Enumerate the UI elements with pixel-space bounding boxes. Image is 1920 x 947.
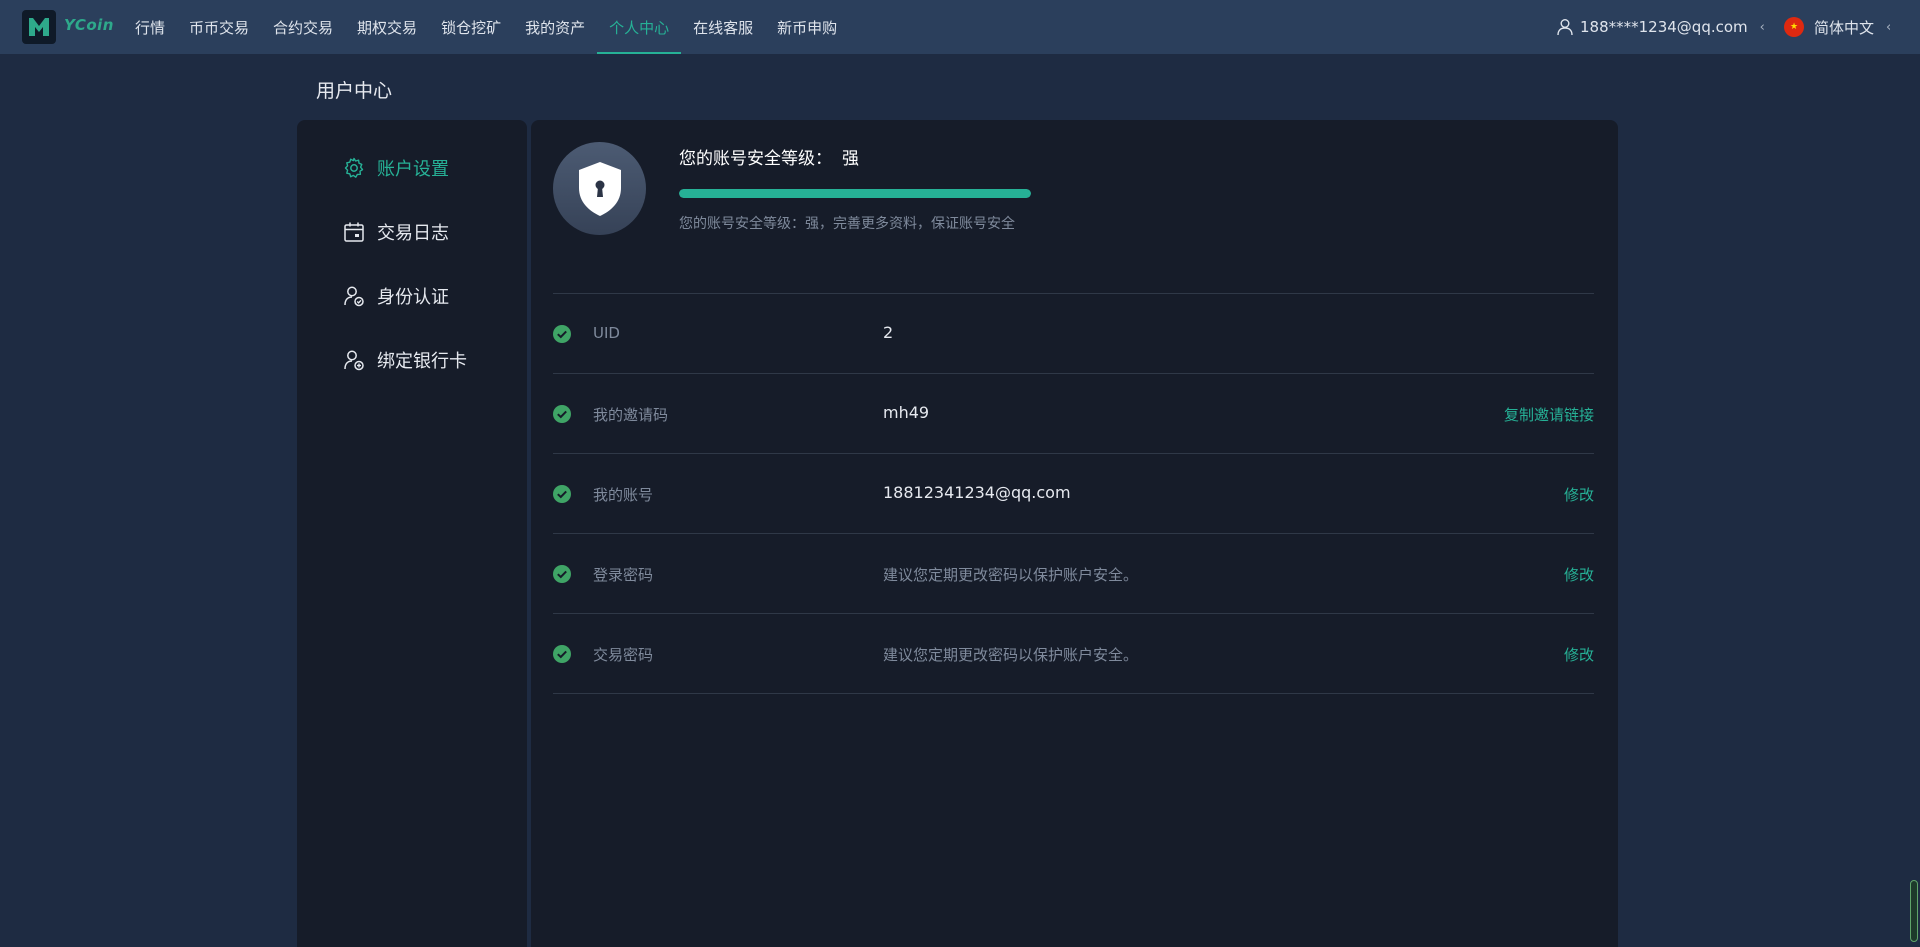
top-nav-bar: YCoin 行情 币币交易 合约交易 期权交易 锁仓挖矿 我的资产 个人中心 在… [0, 0, 1920, 54]
sidebar: 账户设置 交易日志 身份认证 绑定银行卡 [297, 120, 527, 947]
sidebar-item-label: 绑定银行卡 [377, 351, 467, 372]
user-email: 188****1234@qq.com [1580, 18, 1748, 36]
gear-icon [344, 157, 364, 178]
row-label: 交易密码 [593, 646, 654, 664]
row-value: 建议您定期更改密码以保护账户安全。 [883, 566, 1139, 584]
info-row-invite-code: 我的邀请码 mh49 复制邀请链接 [553, 374, 1594, 454]
row-label: 登录密码 [593, 566, 654, 584]
sidebar-item-identity-verification[interactable]: 身份认证 [297, 264, 527, 328]
chevron-left-icon: ‹ [1759, 19, 1765, 35]
row-label: 我的邀请码 [593, 406, 669, 424]
main-nav: 行情 币币交易 合约交易 期权交易 锁仓挖矿 我的资产 个人中心 在线客服 新币… [123, 0, 849, 54]
sidebar-item-bind-bank-card[interactable]: 绑定银行卡 [297, 328, 527, 392]
edit-login-password-button[interactable]: 修改 [1564, 564, 1594, 585]
shield-lock-icon [578, 161, 621, 216]
nav-item-options-trading[interactable]: 期权交易 [345, 0, 429, 54]
page-title: 用户中心 [316, 80, 393, 102]
row-value: 18812341234@qq.com [883, 483, 1071, 502]
security-badge [553, 142, 646, 235]
calendar-icon [344, 222, 364, 242]
security-level-description: 您的账号安全等级：强，完善更多资料，保证账号安全 [679, 216, 1015, 232]
security-level-value: 强 [842, 149, 859, 169]
nav-item-staking-mining[interactable]: 锁仓挖矿 [429, 0, 513, 54]
security-progress-bar [679, 189, 1031, 198]
check-circle-icon [553, 565, 571, 583]
nav-item-my-assets[interactable]: 我的资产 [513, 0, 597, 54]
user-card-icon [344, 350, 364, 371]
security-progress-fill [679, 189, 1031, 198]
sidebar-item-account-settings[interactable]: 账户设置 [297, 136, 527, 200]
check-circle-icon [553, 485, 571, 503]
sidebar-item-label: 身份认证 [377, 287, 449, 308]
security-level-heading: 您的账号安全等级： 强 [679, 144, 859, 169]
info-row-uid: UID 2 [553, 294, 1594, 374]
security-level-title: 您的账号安全等级： [679, 149, 832, 169]
china-flag-icon: ★ [1784, 17, 1804, 37]
check-circle-icon [553, 645, 571, 663]
info-row-login-password: 登录密码 建议您定期更改密码以保护账户安全。 修改 [553, 534, 1594, 614]
row-value: 建议您定期更改密码以保护账户安全。 [883, 646, 1139, 664]
ycoin-logo[interactable] [22, 10, 56, 44]
sidebar-item-label: 账户设置 [377, 159, 449, 180]
row-label: 我的账号 [593, 486, 654, 504]
row-label: UID [593, 324, 620, 342]
nav-item-market[interactable]: 行情 [123, 0, 177, 54]
row-value: mh49 [883, 403, 930, 422]
nav-item-spot-trading[interactable]: 币币交易 [177, 0, 261, 54]
check-circle-icon [553, 405, 571, 423]
info-row-trade-password: 交易密码 建议您定期更改密码以保护账户安全。 修改 [553, 614, 1594, 694]
account-info-list: UID 2 我的邀请码 mh49 复制邀请链接 我的账号 18812341234… [553, 294, 1594, 694]
edit-trade-password-button[interactable]: 修改 [1564, 644, 1594, 665]
sidebar-item-trade-log[interactable]: 交易日志 [297, 200, 527, 264]
nav-item-contract-trading[interactable]: 合约交易 [261, 0, 345, 54]
account-settings-panel: 您的账号安全等级： 强 您的账号安全等级：强，完善更多资料，保证账号安全 UID … [531, 120, 1618, 947]
user-icon [1557, 19, 1573, 36]
nav-item-online-support[interactable]: 在线客服 [681, 0, 765, 54]
logo-icon [29, 18, 49, 36]
nav-item-personal-center[interactable]: 个人中心 [597, 0, 682, 54]
user-menu[interactable]: 188****1234@qq.com ‹ [1556, 0, 1765, 54]
check-circle-icon [553, 325, 571, 343]
user-verify-icon [344, 286, 364, 307]
scrollbar[interactable] [1910, 880, 1918, 942]
logo-text[interactable]: YCoin [64, 16, 114, 34]
info-row-account: 我的账号 18812341234@qq.com 修改 [553, 454, 1594, 534]
edit-account-button[interactable]: 修改 [1564, 484, 1594, 505]
sidebar-item-label: 交易日志 [377, 223, 449, 244]
nav-item-new-coin-subscription[interactable]: 新币申购 [765, 0, 849, 54]
row-value: 2 [883, 323, 894, 342]
language-selector[interactable]: ★ 简体中文 ‹ [1784, 0, 1891, 54]
copy-invite-link-button[interactable]: 复制邀请链接 [1504, 404, 1594, 425]
language-label: 简体中文 [1814, 18, 1875, 37]
chevron-left-icon: ‹ [1886, 19, 1892, 35]
